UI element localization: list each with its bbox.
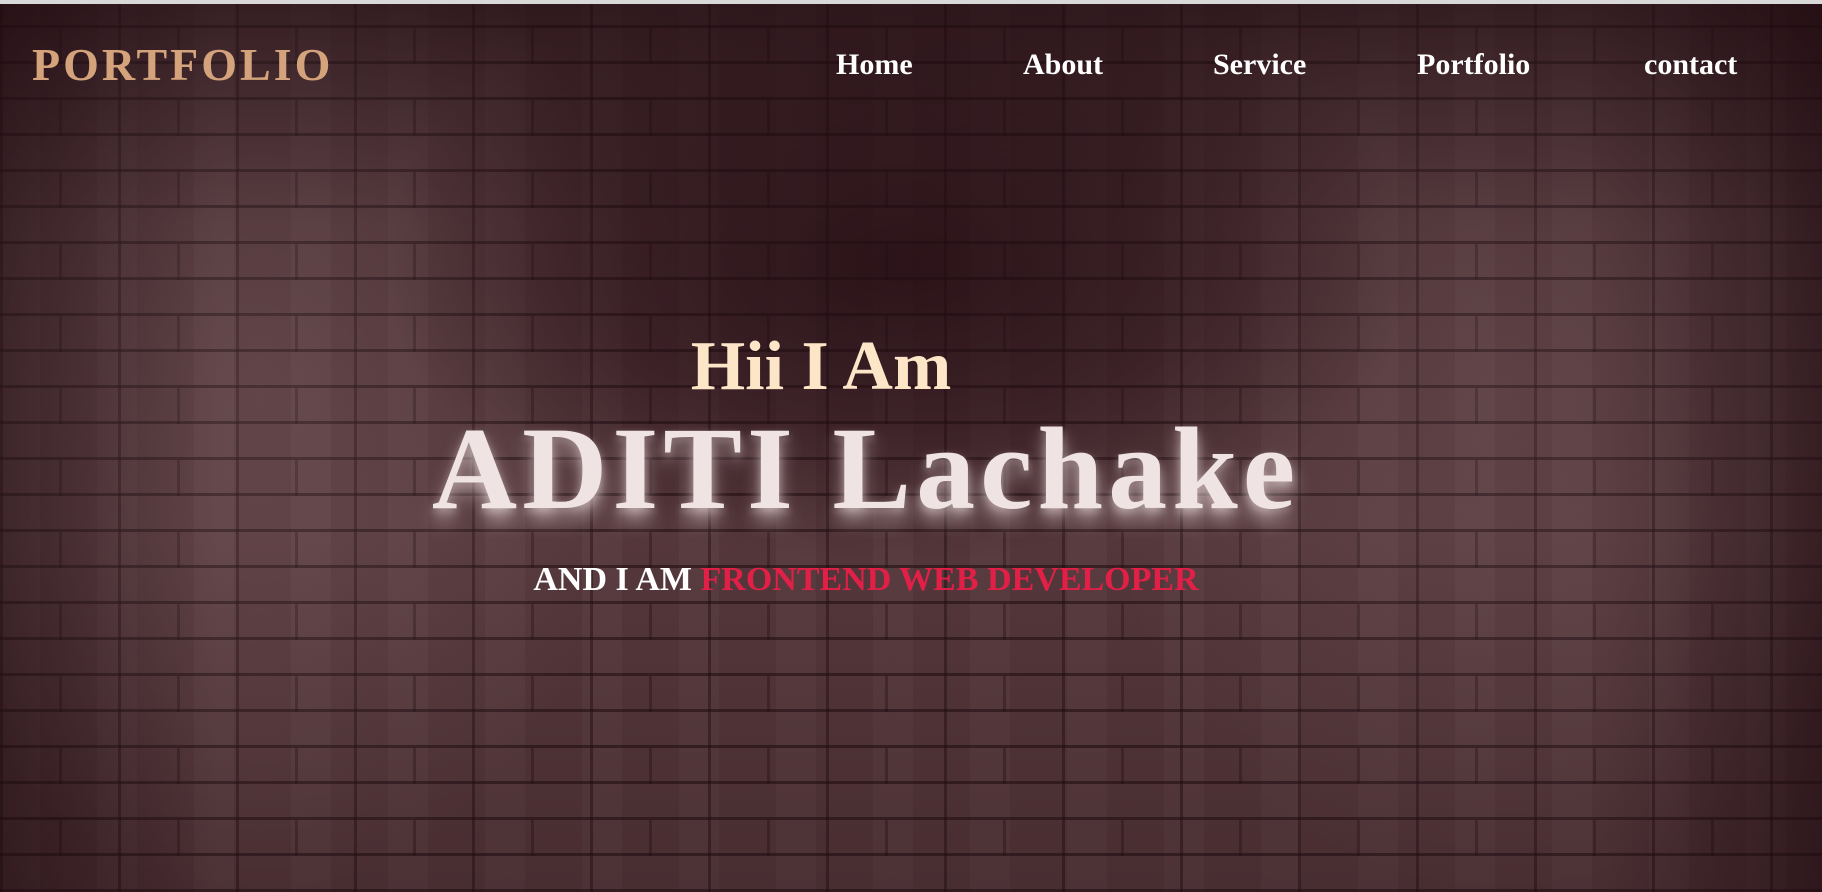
nav-link-service[interactable]: Service — [1213, 50, 1306, 80]
hero-tagline-wrap: AND I AM FRONTEND WEB DEVELOPER — [533, 563, 1198, 597]
nav-link-contact[interactable]: contact — [1644, 50, 1737, 80]
main-nav: Home About Service Portfolio contact — [0, 50, 1822, 90]
nav-link-home[interactable]: Home — [836, 50, 913, 80]
tagline-role: FRONTEND WEB DEVELOPER — [700, 561, 1199, 598]
tagline-prefix: AND I AM — [533, 561, 693, 598]
site-header: PORTFOLIO Home About Service Portfolio c… — [0, 4, 1822, 134]
hero-name-row: ADITI Lachake — [0, 410, 1822, 528]
nav-link-portfolio[interactable]: Portfolio — [1417, 50, 1530, 80]
nav-link-about[interactable]: About — [1023, 50, 1103, 80]
hero-tagline: AND I AM FRONTEND WEB DEVELOPER — [0, 563, 1822, 597]
hero-greeting: Hii I Am — [690, 328, 952, 405]
hero-name: ADITI Lachake — [431, 403, 1301, 534]
page: PORTFOLIO Home About Service Portfolio c… — [0, 0, 1822, 892]
hero-greeting-row: Hii I Am — [0, 332, 1822, 402]
